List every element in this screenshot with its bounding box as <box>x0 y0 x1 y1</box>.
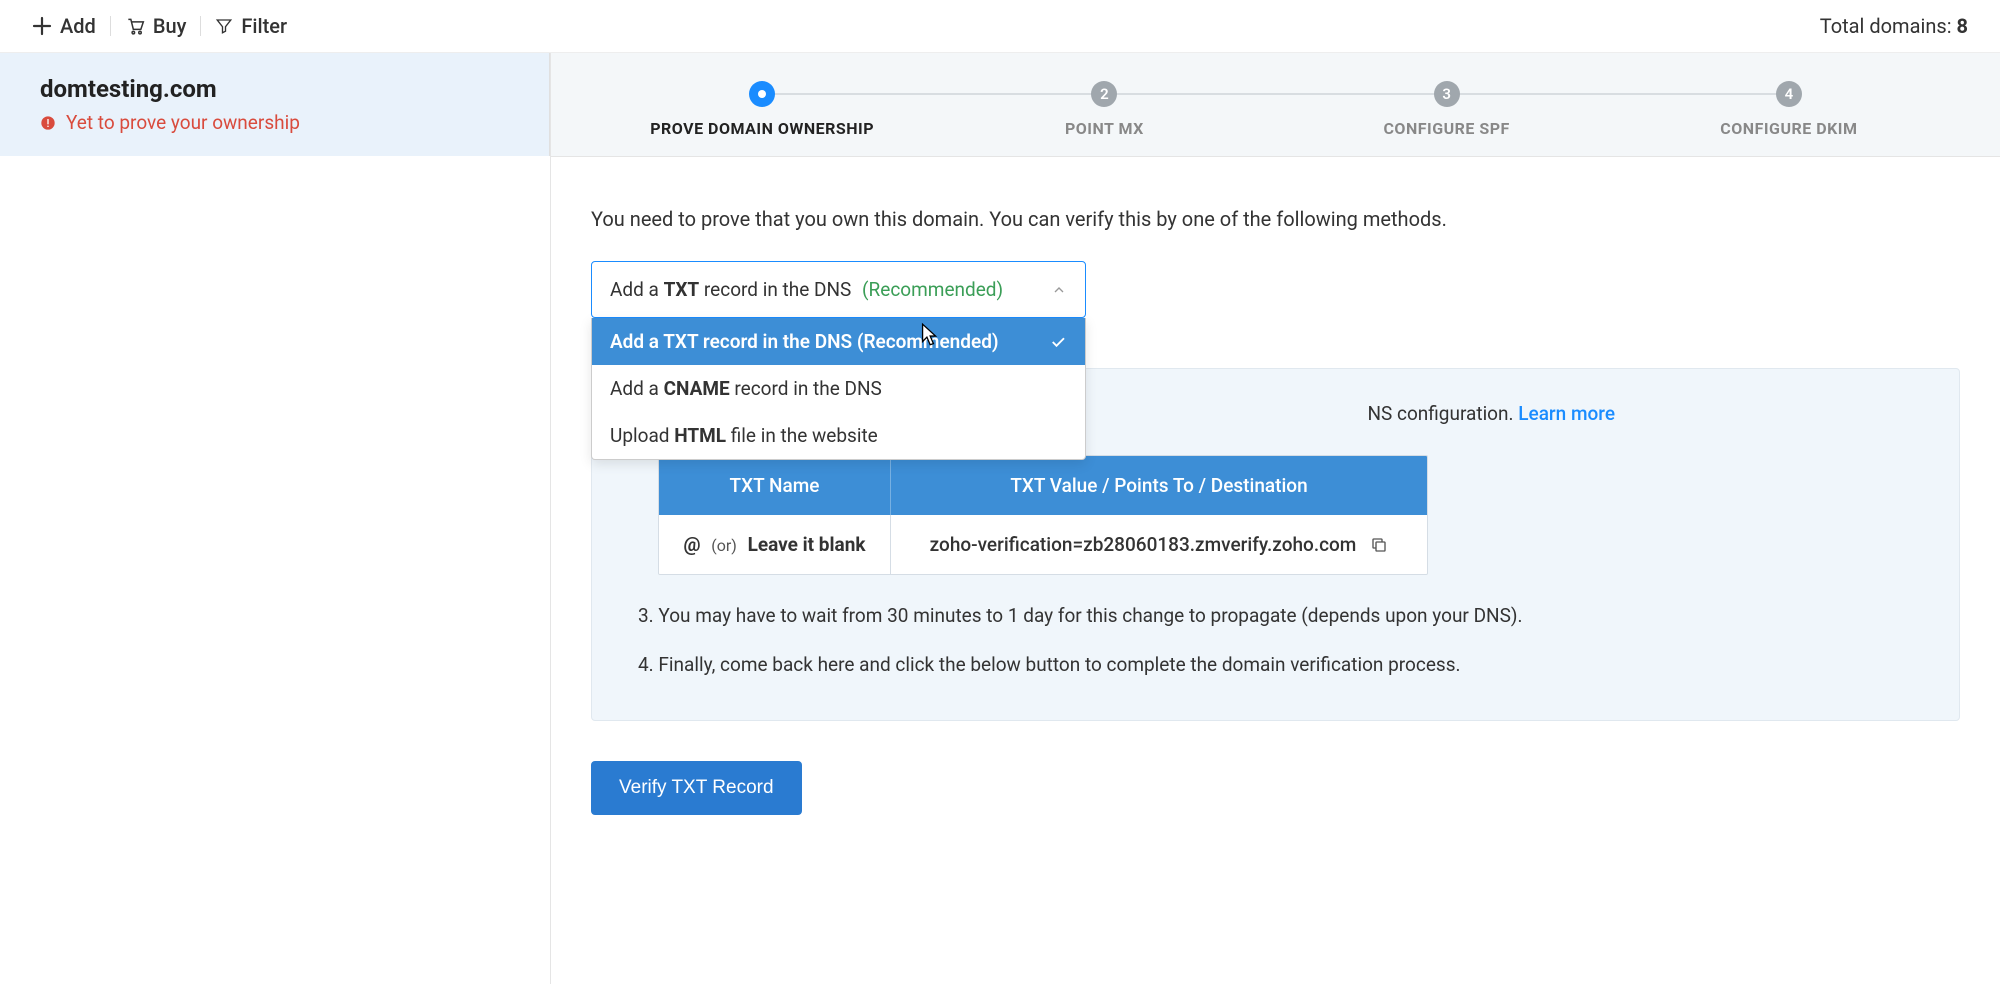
dropdown-option-cname[interactable]: Add a CNAME record in the DNS <box>592 365 1085 412</box>
dropdown-option-txt-label: Add a TXT record in the DNS (Recommended… <box>610 330 999 353</box>
chevron-up-icon <box>1051 282 1067 298</box>
leave-blank-text: Leave it blank <box>748 533 866 556</box>
filter-button[interactable]: Filter <box>215 14 287 38</box>
instruction-4: 4. Finally, come back here and click the… <box>638 650 1913 680</box>
buy-button[interactable]: Buy <box>125 14 187 38</box>
step-circle-3: 3 <box>1434 81 1460 107</box>
dropdown-menu: Add a TXT record in the DNS (Recommended… <box>591 318 1086 460</box>
opt3-pre: Upload <box>610 424 674 447</box>
opt3-bold: HTML <box>674 424 726 447</box>
total-domains: Total domains: 8 <box>1820 14 1968 38</box>
verification-method-dropdown[interactable]: Add a TXT record in the DNS (Recommended… <box>591 261 1086 318</box>
buy-label: Buy <box>153 14 187 38</box>
step-label-1: PROVE DOMAIN OWNERSHIP <box>650 119 874 138</box>
txt-table-header: TXT Name TXT Value / Points To / Destina… <box>659 456 1427 515</box>
domain-card[interactable]: domtesting.com Yet to prove your ownersh… <box>0 53 550 156</box>
step-circle-1 <box>749 81 775 107</box>
dropdown-selected-text: Add a TXT record in the DNS (Recommended… <box>610 278 1003 301</box>
or-text: (or) <box>711 536 737 555</box>
opt2-post: record in the DNS <box>730 377 882 400</box>
intro-text: You need to prove that you own this doma… <box>591 207 1960 231</box>
step-label-4: CONFIGURE DKIM <box>1720 119 1857 138</box>
domain-status-text: Yet to prove your ownership <box>66 111 300 134</box>
step-label-2: POINT MX <box>1065 119 1144 138</box>
dropdown-option-html-label: Upload HTML file in the website <box>610 424 878 447</box>
step-label-3: CONFIGURE SPF <box>1383 119 1509 138</box>
dropdown-option-html[interactable]: Upload HTML file in the website <box>592 412 1085 459</box>
domain-status: Yet to prove your ownership <box>40 111 509 134</box>
check-icon <box>1049 333 1067 351</box>
dropdown-post: record in the DNS <box>699 278 851 301</box>
learn-more-link[interactable]: Learn more <box>1518 402 1615 425</box>
dropdown-pre: Add a <box>610 278 664 301</box>
plus-icon <box>32 16 52 36</box>
domain-name: domtesting.com <box>40 75 509 103</box>
step-circle-2: 2 <box>1091 81 1117 107</box>
opt3-post: file in the website <box>726 424 878 447</box>
txt-name-cell: @ (or) Leave it blank <box>659 515 891 574</box>
txt-name-header: TXT Name <box>659 456 891 515</box>
add-label: Add <box>60 14 96 38</box>
step-prove-ownership[interactable]: PROVE DOMAIN OWNERSHIP <box>591 81 933 138</box>
dropdown-recommended-tag: (Recommended) <box>862 278 1003 301</box>
txt-value-cell: zoho-verification=zb28060183.zmverify.zo… <box>891 515 1427 574</box>
stepper: PROVE DOMAIN OWNERSHIP 2 POINT MX 3 CONF… <box>551 53 2000 157</box>
content-body: You need to prove that you own this doma… <box>551 157 2000 865</box>
cart-icon <box>125 16 145 36</box>
step-line <box>1104 93 1446 95</box>
txt-record-table: TXT Name TXT Value / Points To / Destina… <box>658 455 1428 575</box>
dropdown-bold: TXT <box>664 278 700 301</box>
main: domtesting.com Yet to prove your ownersh… <box>0 53 2000 984</box>
dropdown-option-txt[interactable]: Add a TXT record in the DNS (Recommended… <box>592 318 1085 365</box>
step-point-mx[interactable]: 2 POINT MX <box>933 81 1275 138</box>
at-symbol: @ <box>684 533 701 556</box>
total-domains-label: Total domains: <box>1820 14 1957 38</box>
txt-value-text: zoho-verification=zb28060183.zmverify.zo… <box>930 533 1357 556</box>
step-circle-4: 4 <box>1776 81 1802 107</box>
opt2-pre: Add a <box>610 377 664 400</box>
dropdown-option-cname-label: Add a CNAME record in the DNS <box>610 377 882 400</box>
instruction-3: 3. You may have to wait from 30 minutes … <box>638 601 1913 631</box>
filter-label: Filter <box>241 14 287 38</box>
verification-method-dropdown-wrap: Add a TXT record in the DNS (Recommended… <box>591 261 1086 318</box>
toolbar-divider <box>200 16 201 36</box>
sidebar: domtesting.com Yet to prove your ownersh… <box>0 53 550 984</box>
warning-icon <box>40 115 56 131</box>
filter-icon <box>215 17 233 35</box>
step-configure-dkim[interactable]: 4 CONFIGURE DKIM <box>1618 81 1960 138</box>
toolbar: Add Buy Filter Total domains: 8 <box>0 0 2000 53</box>
step-configure-spf[interactable]: 3 CONFIGURE SPF <box>1276 81 1618 138</box>
verify-txt-record-button[interactable]: Verify TXT Record <box>591 761 802 815</box>
copy-icon[interactable] <box>1370 536 1388 554</box>
opt2-bold: CNAME <box>664 377 730 400</box>
add-button[interactable]: Add <box>32 14 96 38</box>
txt-value-header: TXT Value / Points To / Destination <box>891 456 1427 515</box>
total-domains-count: 8 <box>1957 14 1968 38</box>
step-line <box>1447 93 1789 95</box>
partial-text: NS configuration. <box>1367 402 1518 425</box>
toolbar-left: Add Buy Filter <box>32 14 287 38</box>
content: PROVE DOMAIN OWNERSHIP 2 POINT MX 3 CONF… <box>550 53 2000 984</box>
txt-table-row: @ (or) Leave it blank zoho-verification=… <box>659 515 1427 574</box>
toolbar-divider <box>110 16 111 36</box>
step-line <box>762 93 1104 95</box>
